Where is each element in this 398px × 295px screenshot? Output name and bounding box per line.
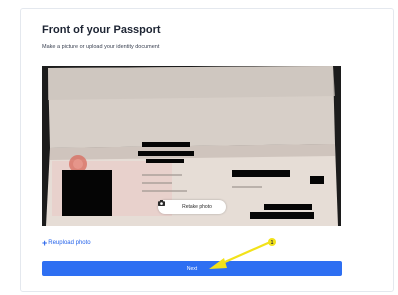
passport-photo-preview: Retake photo — [42, 66, 341, 226]
page-subtitle: Make a picture or upload your identity d… — [42, 44, 160, 50]
page-title: Front of your Passport — [42, 24, 161, 36]
camera-icon — [158, 200, 179, 210]
retake-photo-label: Retake photo — [182, 204, 212, 210]
plus-icon: + — [42, 238, 48, 248]
retake-photo-button[interactable]: Retake photo — [158, 200, 226, 214]
next-button[interactable]: Next — [42, 261, 342, 276]
reupload-photo-link[interactable]: + Reupload photo — [42, 238, 91, 248]
reupload-photo-label: Reupload photo — [48, 240, 91, 246]
